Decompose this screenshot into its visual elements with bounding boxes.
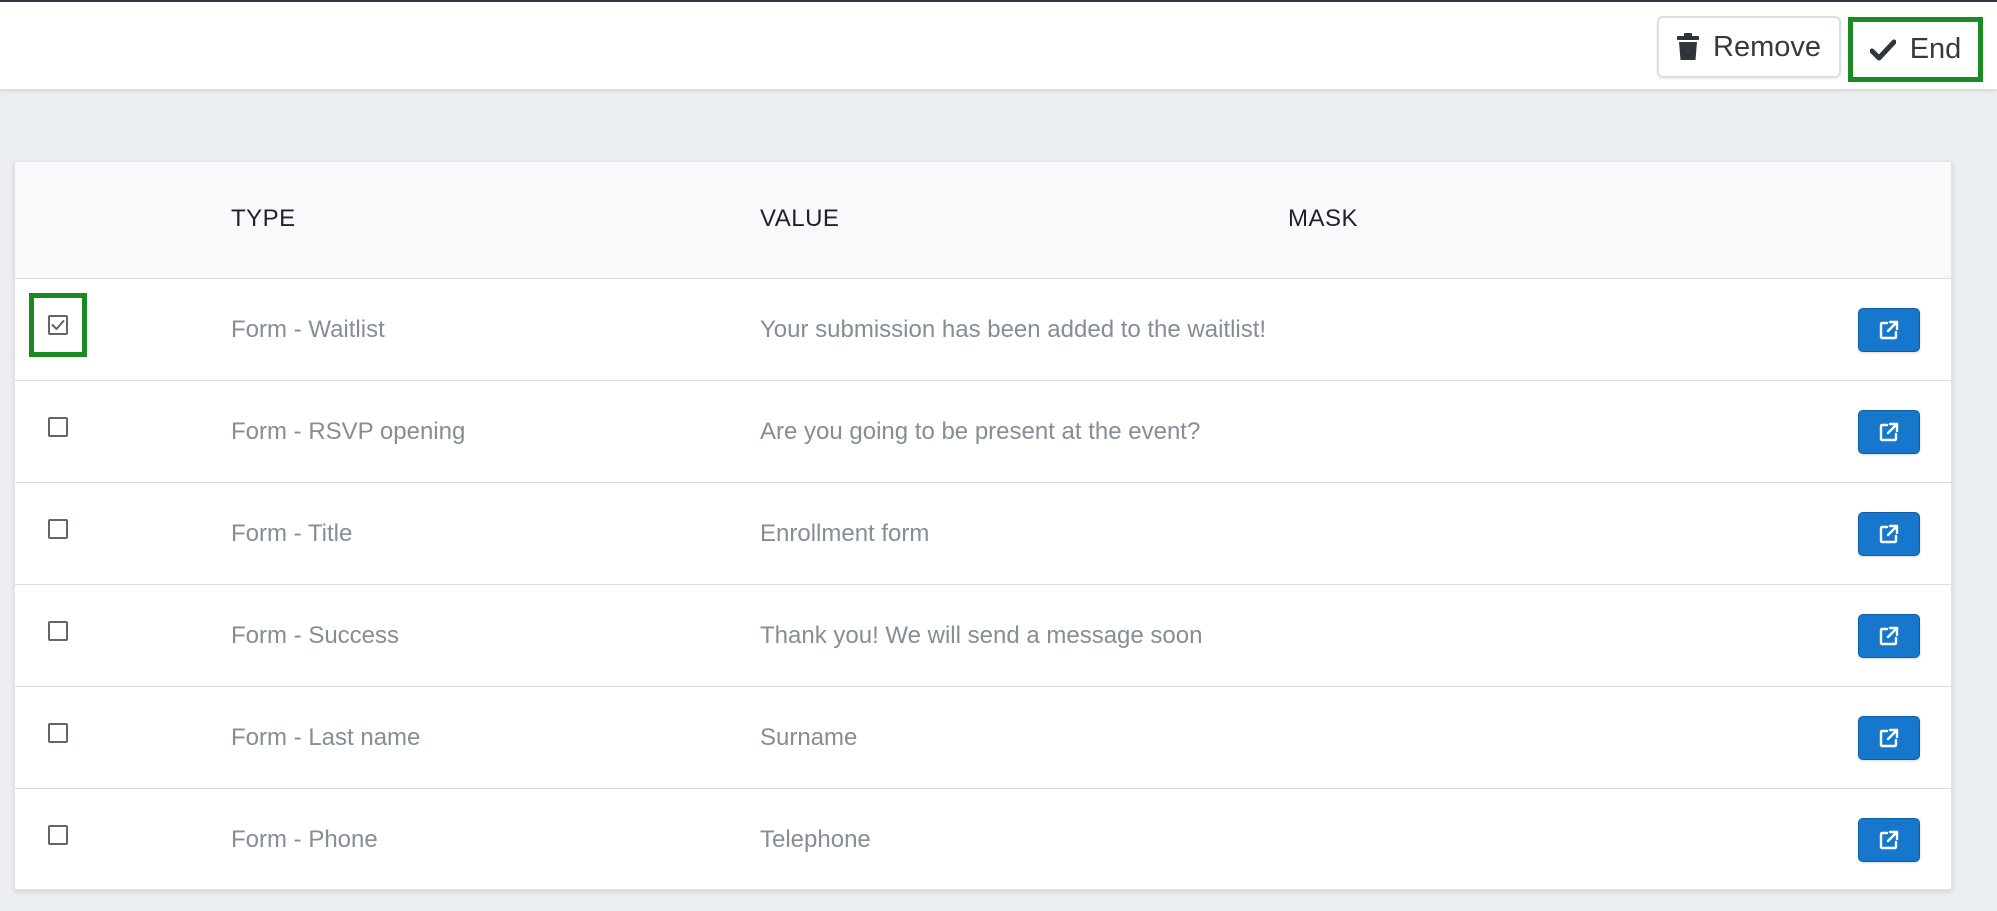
remove-button-label: Remove xyxy=(1713,30,1821,63)
open-edit-button[interactable] xyxy=(1858,818,1920,862)
column-header-type: TYPE xyxy=(231,205,296,232)
table-row: Form - Success Thank you! We will send a … xyxy=(15,585,1951,687)
check-icon xyxy=(51,320,65,330)
cell-value: Surname xyxy=(760,723,858,751)
column-header-mask: MASK xyxy=(1288,205,1359,232)
external-link-icon xyxy=(1879,524,1899,544)
external-link-icon xyxy=(1879,320,1899,340)
cell-value: Are you going to be present at the event… xyxy=(760,417,1201,445)
open-edit-button[interactable] xyxy=(1858,716,1920,760)
checkbox-box[interactable] xyxy=(48,417,68,437)
end-button-label: End xyxy=(1909,33,1962,65)
cell-type: Form - Title xyxy=(231,519,353,547)
column-header-value: VALUE xyxy=(760,205,840,232)
table-row: Form - Title Enrollment form xyxy=(15,483,1951,585)
external-link-icon xyxy=(1879,422,1899,442)
external-link-icon xyxy=(1879,626,1899,646)
cell-type: Form - Last name xyxy=(231,723,421,751)
cell-value: Your submission has been added to the wa… xyxy=(760,315,1267,343)
cell-type: Form - RSVP opening xyxy=(231,417,466,445)
open-edit-button[interactable] xyxy=(1858,410,1920,454)
table-row: Form - RSVP opening Are you going to be p… xyxy=(15,381,1951,483)
table-row: Form - Phone Telephone xyxy=(15,789,1951,891)
checkbox-box[interactable] xyxy=(48,315,68,335)
cell-type: Form - Phone xyxy=(231,826,378,853)
cell-type: Form - Waitlist xyxy=(231,315,385,343)
checkbox-box[interactable] xyxy=(48,723,68,743)
row-checkbox[interactable] xyxy=(29,803,87,867)
checkbox-box[interactable] xyxy=(48,519,68,539)
cell-value: Telephone xyxy=(760,826,871,853)
table-row: Form - Waitlist Your submission has been … xyxy=(15,279,1951,381)
checkmark-icon xyxy=(1869,39,1896,61)
row-checkbox[interactable] xyxy=(29,293,87,357)
cell-value: Enrollment form xyxy=(760,519,930,547)
external-link-icon xyxy=(1879,728,1899,748)
table-row: Form - Last name Surname xyxy=(15,687,1951,789)
end-button[interactable]: End xyxy=(1848,17,1983,82)
checkbox-box[interactable] xyxy=(48,621,68,641)
remove-button[interactable]: Remove xyxy=(1657,16,1841,78)
external-link-icon xyxy=(1879,830,1899,850)
cell-type: Form - Success xyxy=(231,621,400,649)
row-checkbox[interactable] xyxy=(29,599,87,663)
forms-table: TYPE VALUE MASK Form - Waitlist Your subm… xyxy=(14,161,1952,890)
open-edit-button[interactable] xyxy=(1858,614,1920,658)
row-checkbox[interactable] xyxy=(29,701,87,765)
checkbox-box[interactable] xyxy=(48,825,68,845)
open-edit-button[interactable] xyxy=(1858,512,1920,556)
cell-value: Thank you! We will send a message soon xyxy=(760,621,1203,649)
row-checkbox[interactable] xyxy=(29,497,87,561)
trash-icon xyxy=(1677,33,1699,61)
table-header: TYPE VALUE MASK xyxy=(15,162,1951,279)
top-toolbar: Remove End xyxy=(0,0,1997,89)
open-edit-button[interactable] xyxy=(1858,308,1920,352)
row-checkbox[interactable] xyxy=(29,395,87,459)
